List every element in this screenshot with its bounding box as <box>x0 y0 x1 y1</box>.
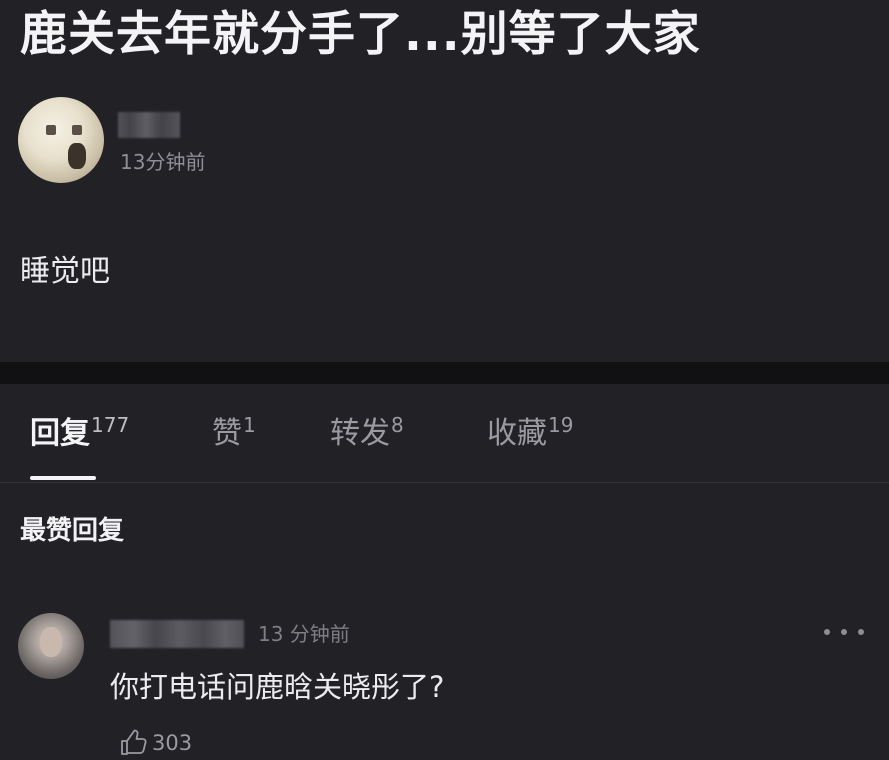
more-dots-icon[interactable] <box>824 622 864 642</box>
comment-text: 你打电话问鹿晗关晓彤了? <box>110 670 445 704</box>
commenter-avatar[interactable] <box>18 613 84 679</box>
post-timestamp: 13分钟前 <box>120 150 206 174</box>
tab-label: 转发 <box>330 416 390 451</box>
avatar-eye <box>72 125 82 135</box>
tab-count: 177 <box>91 413 130 437</box>
post-title: 鹿关去年就分手了...别等了大家 <box>20 7 701 62</box>
tab-bar: 回复177 赞1 转发8 收藏19 <box>0 384 889 483</box>
tab-label: 赞 <box>212 416 242 451</box>
tab-label: 回复 <box>30 416 90 451</box>
like-button[interactable]: 303 <box>118 726 192 760</box>
active-tab-indicator <box>30 476 96 480</box>
dot <box>858 629 864 635</box>
post-body: 睡觉吧 <box>20 254 110 289</box>
comment-timestamp: 13 分钟前 <box>258 622 350 646</box>
tab-replies[interactable]: 回复177 <box>30 414 129 454</box>
avatar-eye <box>46 125 56 135</box>
tab-count: 19 <box>548 413 574 437</box>
dot <box>841 629 847 635</box>
top-replies-heading: 最赞回复 <box>20 516 125 546</box>
avatar-mouth <box>68 143 86 169</box>
author-avatar[interactable] <box>18 97 104 183</box>
tab-reposts[interactable]: 转发8 <box>330 414 404 454</box>
section-divider <box>0 362 889 384</box>
dot <box>824 629 830 635</box>
commenter-name-redacted[interactable] <box>110 620 244 648</box>
tab-label: 收藏 <box>487 416 547 451</box>
tab-count: 8 <box>391 413 404 437</box>
tab-count: 1 <box>243 413 256 437</box>
tab-favorites[interactable]: 收藏19 <box>487 414 573 454</box>
author-name-redacted[interactable] <box>118 112 180 138</box>
like-count: 303 <box>152 731 193 755</box>
thumbs-up-icon <box>121 729 147 755</box>
tab-likes[interactable]: 赞1 <box>212 414 256 454</box>
post-header: 鹿关去年就分手了...别等了大家 13分钟前 睡觉吧 <box>0 0 889 362</box>
avatar-face <box>40 627 62 657</box>
